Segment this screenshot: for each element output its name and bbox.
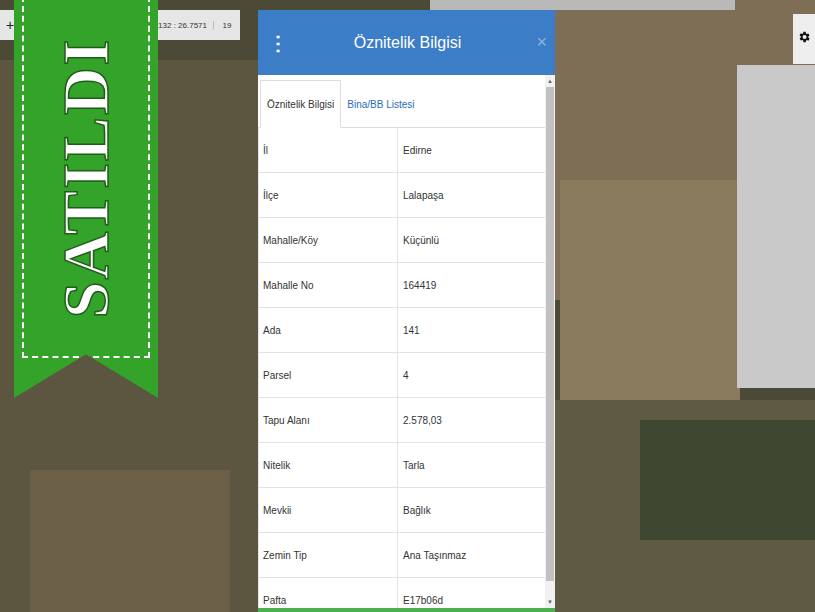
row-label: Parsel (259, 353, 398, 397)
scrollbar[interactable]: ▲ ▼ (545, 75, 555, 608)
tab[interactable]: Bina/BB Listesi (341, 81, 420, 127)
row-value: Edirne (398, 128, 545, 172)
row-value: Bağlık (398, 488, 545, 532)
table-row: Tapu Alanı 2.578,03 (259, 398, 545, 443)
scroll-track (545, 87, 555, 596)
row-label: Tapu Alanı (259, 398, 398, 442)
row-label: İlçe (259, 173, 398, 217)
table-row: Mahalle/Köy Küçünlü (259, 218, 545, 263)
sold-badge: SATILDI (14, 0, 158, 398)
close-button[interactable]: × (527, 32, 547, 53)
table-row: Ada 141 (259, 308, 545, 353)
row-label: Mevkii (259, 488, 398, 532)
top-strip (430, 0, 735, 10)
row-value: Lalapaşa (398, 173, 545, 217)
map-field (30, 470, 230, 612)
row-value: Tarla (398, 443, 545, 487)
row-label: Ada (259, 308, 398, 352)
badge-text: SATILDI (48, 38, 124, 319)
attribute-dialog: ⋮ Öznitelik Bilgisi × Öznitelik BilgisiB… (258, 10, 555, 612)
table-row: Nitelik Tarla (259, 443, 545, 488)
scroll-up-button[interactable]: ▲ (545, 75, 555, 87)
table-row: İlçe Lalapaşa (259, 173, 545, 218)
row-label: Mahalle/Köy (259, 218, 398, 262)
dialog-header: ⋮ Öznitelik Bilgisi × (258, 10, 555, 75)
row-label: Zemin Tip (259, 533, 398, 577)
table-row: Pafta E17b06d (259, 578, 545, 612)
row-value: E17b06d (398, 578, 545, 612)
settings-button[interactable] (793, 14, 815, 64)
scroll-thumb[interactable] (546, 87, 554, 581)
row-value: Ana Taşınmaz (398, 533, 545, 577)
dialog-title: Öznitelik Bilgisi (288, 34, 527, 52)
menu-button[interactable]: ⋮ (268, 31, 288, 55)
map-field (560, 180, 740, 400)
table-row: Mevkii Bağlık (259, 488, 545, 533)
row-value: 164419 (398, 263, 545, 307)
row-label: İl (259, 128, 398, 172)
map-field (640, 420, 815, 540)
table-row: İl Edirne (259, 128, 545, 173)
row-label: Pafta (259, 578, 398, 612)
tab[interactable]: Öznitelik Bilgisi (260, 80, 341, 128)
row-label: Mahalle No (259, 263, 398, 307)
zoom-in-button[interactable]: + (6, 17, 14, 33)
zoom-level: 19 (213, 21, 240, 30)
gear-icon (797, 30, 811, 44)
table-row: Zemin Tip Ana Taşınmaz (259, 533, 545, 578)
table-row: Parsel 4 (259, 353, 545, 398)
row-value: 2.578,03 (398, 398, 545, 442)
row-value: 4 (398, 353, 545, 397)
scroll-down-button[interactable]: ▼ (545, 596, 555, 608)
attribute-table: İl Edirneİlçe LalapaşaMahalle/Köy Küçünl… (258, 128, 545, 612)
row-label: Nitelik (259, 443, 398, 487)
row-value: 141 (398, 308, 545, 352)
map-view[interactable]: + 41.9132 : 26.7571 19 SATILDI ⋮ Öznitel… (0, 0, 815, 612)
table-row: Mahalle No 164419 (259, 263, 545, 308)
row-value: Küçünlü (398, 218, 545, 262)
tab-bar: Öznitelik BilgisiBina/BB Listesi (258, 75, 545, 128)
side-panel (737, 65, 815, 388)
